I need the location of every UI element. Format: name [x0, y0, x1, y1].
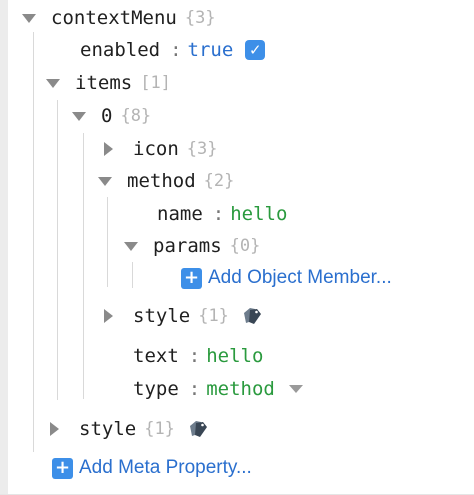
triangle-down-icon[interactable] — [46, 78, 60, 88]
key-label: method — [127, 170, 196, 192]
key-label: params — [153, 235, 222, 257]
dropdown-arrow-icon[interactable] — [288, 385, 303, 393]
child-count: {1} — [198, 306, 229, 326]
property-tree: contextMenu {3} enabled : true ✓ items [… — [0, 0, 474, 495]
triangle-down-icon[interactable] — [72, 111, 86, 121]
tree-row-type: type : method — [133, 374, 303, 404]
plus-icon[interactable]: + — [181, 267, 202, 289]
key-label: style — [133, 305, 191, 327]
tree-row-text: text : hello — [133, 341, 263, 371]
plus-icon[interactable]: + — [52, 457, 73, 479]
separator: : — [212, 203, 225, 225]
tree-row-name: name : hello — [157, 199, 287, 229]
tree-gutter — [0, 0, 8, 495]
add-meta-property-button[interactable]: + Add Meta Property... — [52, 453, 252, 483]
triangle-right-icon[interactable] — [104, 142, 113, 156]
type-select-value[interactable]: method — [206, 378, 275, 400]
tag-icon[interactable] — [241, 306, 263, 326]
tree-row-item-style[interactable]: style {1} — [104, 301, 263, 331]
key-label: name — [157, 203, 203, 225]
tree-row-contextmenu[interactable]: contextMenu {3} — [22, 3, 216, 33]
key-label: icon — [133, 138, 179, 160]
tree-row-enabled: enabled : true ✓ — [80, 35, 266, 65]
triangle-right-icon[interactable] — [50, 422, 59, 436]
key-label: contextMenu — [51, 7, 177, 29]
child-count: {2} — [203, 171, 235, 191]
tree-row-item-0[interactable]: 0 {8} — [72, 101, 151, 131]
add-object-member-button[interactable]: + Add Object Member... — [181, 263, 392, 293]
key-label: style — [79, 418, 137, 440]
add-object-member-link[interactable]: Add Object Member... — [208, 267, 392, 289]
separator: : — [170, 39, 182, 61]
child-count: {1} — [144, 419, 175, 439]
tree-row-items[interactable]: items [1] — [46, 68, 171, 98]
key-label: enabled — [80, 39, 161, 61]
checkbox-checked-icon[interactable]: ✓ — [245, 40, 266, 60]
separator: : — [188, 345, 201, 367]
guide-line — [83, 133, 84, 399]
value-text[interactable]: hello — [230, 203, 287, 225]
guide-line — [57, 100, 58, 400]
guide-line — [107, 197, 108, 287]
separator: : — [188, 378, 201, 400]
child-count: {0} — [229, 236, 261, 256]
triangle-down-icon[interactable] — [124, 241, 138, 251]
tag-icon[interactable] — [187, 419, 209, 439]
guide-line — [33, 32, 34, 452]
child-count: {3} — [184, 8, 216, 28]
triangle-down-icon[interactable] — [98, 176, 112, 186]
key-label: text — [133, 345, 179, 367]
value-text[interactable]: hello — [206, 345, 263, 367]
child-count: {8} — [120, 106, 152, 126]
triangle-down-icon[interactable] — [22, 13, 36, 23]
tree-row-method[interactable]: method {2} — [98, 166, 234, 196]
key-label: type — [133, 378, 179, 400]
guide-line — [132, 262, 133, 288]
child-count: [1] — [140, 73, 171, 93]
add-meta-property-link[interactable]: Add Meta Property... — [79, 457, 252, 479]
tree-row-icon[interactable]: icon {3} — [104, 134, 217, 164]
key-label: items — [75, 72, 133, 94]
key-label: 0 — [101, 105, 113, 127]
triangle-right-icon[interactable] — [104, 309, 113, 323]
child-count: {3} — [186, 139, 218, 159]
tree-row-root-style[interactable]: style {1} — [50, 414, 209, 444]
value-text[interactable]: true — [188, 39, 234, 61]
tree-row-params[interactable]: params {0} — [124, 231, 260, 261]
